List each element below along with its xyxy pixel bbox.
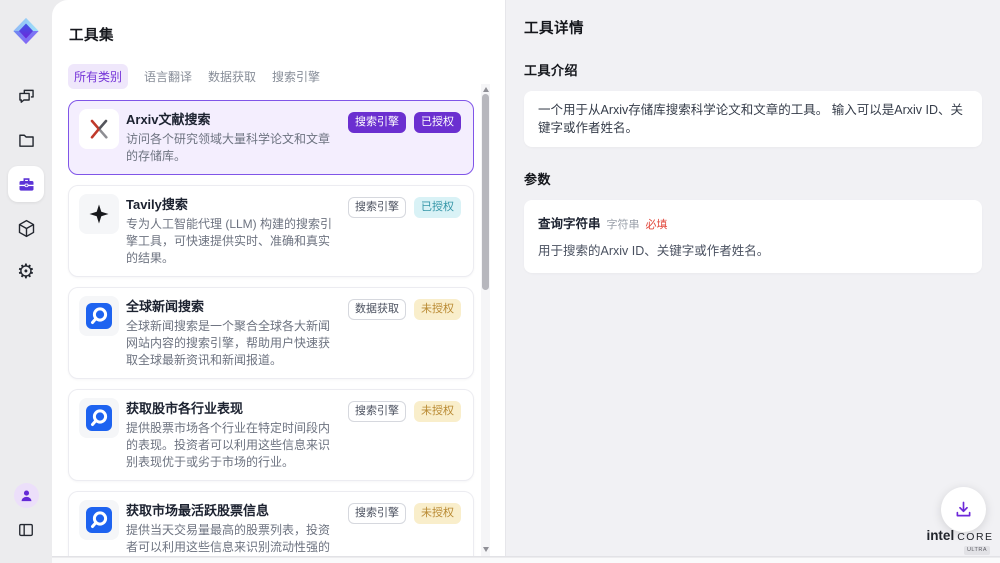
tool-name: 全球新闻搜索 bbox=[126, 297, 341, 316]
tool-description: 提供当天交易量最高的股票列表，投资者可以利用这些信息来识别流动性强的股票和潜在的… bbox=[126, 522, 341, 557]
tool-card-body: 获取市场最活跃股票信息 提供当天交易量最高的股票列表，投资者可以利用这些信息来识… bbox=[126, 500, 341, 557]
intro-text: 一个用于从Arxiv存储库搜索科学论文和文章的工具。 输入可以是Arxiv ID… bbox=[524, 91, 982, 147]
tool-card-1[interactable]: Tavily搜索 专为人工智能代理 (LLM) 构建的搜索引擎工具，可快速提供实… bbox=[68, 185, 474, 277]
category-tab-0[interactable]: 所有类别 bbox=[68, 64, 128, 89]
parameter-description: 用于搜索的Arxiv ID、关键字或作者姓名。 bbox=[538, 240, 968, 259]
category-badge: 搜索引擎 bbox=[348, 503, 406, 524]
tool-badges: 搜索引擎 已授权 bbox=[348, 112, 461, 133]
collapse-panel-icon[interactable] bbox=[13, 517, 39, 543]
sidebar-item-cube[interactable] bbox=[8, 210, 44, 246]
details-title: 工具详情 bbox=[524, 17, 982, 38]
intro-heading: 工具介绍 bbox=[524, 60, 982, 79]
tavily-star-icon bbox=[79, 194, 119, 234]
sidebar-item-chat[interactable] bbox=[8, 78, 44, 114]
chat-icon bbox=[16, 86, 37, 107]
window-bottom-edge bbox=[52, 558, 1000, 563]
scrollbar-thumb[interactable] bbox=[482, 94, 489, 290]
tool-card-body: 全球新闻搜索 全球新闻搜索是一个聚合全球各大新闻网站内容的搜索引擎，帮助用户快速… bbox=[126, 296, 341, 369]
tool-name: Tavily搜索 bbox=[126, 195, 341, 214]
toolset-title: 工具集 bbox=[69, 24, 505, 45]
parameter-header: 查询字符串 字符串 必填 bbox=[538, 213, 968, 232]
tool-card-0[interactable]: Arxiv文献搜索 访问各个研究领域大量科学论文和文章的存储库。 搜索引擎 已授… bbox=[68, 100, 474, 175]
auth-status-badge: 未授权 bbox=[414, 503, 461, 524]
person-icon bbox=[18, 487, 35, 504]
auth-status-badge: 未授权 bbox=[414, 299, 461, 320]
tool-description: 专为人工智能代理 (LLM) 构建的搜索引擎工具，可快速提供实时、准确和真实的结… bbox=[126, 216, 341, 267]
tool-card-body: Arxiv文献搜索 访问各个研究领域大量科学论文和文章的存储库。 bbox=[126, 109, 341, 165]
brand-ultra-badge: Ultra bbox=[964, 546, 990, 555]
qapi-icon bbox=[79, 296, 119, 336]
download-icon bbox=[953, 499, 974, 520]
tool-details-panel: 工具详情 工具介绍 一个用于从Arxiv存储库搜索科学论文和文章的工具。 输入可… bbox=[505, 0, 1000, 556]
params-heading: 参数 bbox=[524, 169, 982, 188]
category-badge: 数据获取 bbox=[348, 299, 406, 320]
arxiv-icon bbox=[79, 109, 119, 149]
intel-core-logo: intelcore Ultra bbox=[922, 529, 998, 555]
brand-core-text: core bbox=[957, 531, 993, 543]
tool-list: Arxiv文献搜索 访问各个研究领域大量科学论文和文章的存储库。 搜索引擎 已授… bbox=[68, 100, 474, 557]
parameter-name: 查询字符串 bbox=[538, 213, 601, 232]
tool-card-2[interactable]: 全球新闻搜索 全球新闻搜索是一个聚合全球各大新闻网站内容的搜索引擎，帮助用户快速… bbox=[68, 287, 474, 379]
tool-card-4[interactable]: 获取市场最活跃股票信息 提供当天交易量最高的股票列表，投资者可以利用这些信息来识… bbox=[68, 491, 474, 557]
category-tab-2[interactable]: 数据获取 bbox=[208, 64, 256, 89]
auth-status-badge: 已授权 bbox=[414, 112, 461, 133]
tool-badges: 搜索引擎 未授权 bbox=[348, 503, 461, 524]
main-content: 工具集 所有类别语言翻译数据获取搜索引擎 Arxiv文献搜索 访问各个研究领域大… bbox=[52, 0, 1000, 557]
tool-description: 访问各个研究领域大量科学论文和文章的存储库。 bbox=[126, 131, 341, 165]
folder-icon bbox=[16, 130, 37, 151]
category-badge: 搜索引擎 bbox=[348, 401, 406, 422]
category-badge: 搜索引擎 bbox=[348, 197, 406, 218]
toolbox-icon bbox=[16, 174, 37, 195]
list-scrollbar[interactable] bbox=[481, 84, 490, 556]
tool-name: 获取市场最活跃股票信息 bbox=[126, 501, 341, 520]
tool-card-body: 获取股市各行业表现 提供股票市场各个行业在特定时间段内的表现。投资者可以利用这些… bbox=[126, 398, 341, 471]
scroll-down-arrow-icon[interactable] bbox=[481, 545, 490, 554]
tool-card-3[interactable]: 获取股市各行业表现 提供股票市场各个行业在特定时间段内的表现。投资者可以利用这些… bbox=[68, 389, 474, 481]
category-tabs: 所有类别语言翻译数据获取搜索引擎 bbox=[68, 64, 505, 89]
category-badge: 搜索引擎 bbox=[348, 112, 406, 133]
sidebar-bottom bbox=[13, 483, 39, 563]
toolset-panel: 工具集 所有类别语言翻译数据获取搜索引擎 Arxiv文献搜索 访问各个研究领域大… bbox=[52, 0, 505, 556]
tool-description: 提供股票市场各个行业在特定时间段内的表现。投资者可以利用这些信息来识别表现优于或… bbox=[126, 420, 341, 471]
scroll-up-arrow-icon[interactable] bbox=[481, 85, 490, 94]
tool-badges: 搜索引擎 已授权 bbox=[348, 197, 461, 218]
brand-intel-text: intel bbox=[926, 528, 954, 543]
download-button[interactable] bbox=[941, 487, 986, 532]
app-logo-icon bbox=[11, 16, 41, 46]
settings-icon: ⚙ bbox=[17, 262, 35, 283]
sidebar-item-folder[interactable] bbox=[8, 122, 44, 158]
auth-status-badge: 未授权 bbox=[414, 401, 461, 422]
category-tab-1[interactable]: 语言翻译 bbox=[144, 64, 192, 89]
sidebar-item-settings[interactable]: ⚙ bbox=[8, 254, 44, 290]
tool-name: Arxiv文献搜索 bbox=[126, 110, 341, 129]
tool-description: 全球新闻搜索是一个聚合全球各大新闻网站内容的搜索引擎，帮助用户快速获取全球最新资… bbox=[126, 318, 341, 369]
tool-badges: 搜索引擎 未授权 bbox=[348, 401, 461, 422]
qapi-icon bbox=[79, 398, 119, 438]
parameter-card: 查询字符串 字符串 必填 用于搜索的Arxiv ID、关键字或作者姓名。 bbox=[524, 200, 982, 273]
cube-icon bbox=[16, 218, 37, 239]
qapi-icon bbox=[79, 500, 119, 540]
parameter-required-badge: 必填 bbox=[646, 216, 668, 232]
tool-badges: 数据获取 未授权 bbox=[348, 299, 461, 320]
auth-status-badge: 已授权 bbox=[414, 197, 461, 218]
category-tab-3[interactable]: 搜索引擎 bbox=[272, 64, 320, 89]
parameter-type: 字符串 bbox=[607, 216, 640, 232]
user-avatar[interactable] bbox=[14, 483, 39, 508]
sidebar: ⚙ bbox=[0, 0, 52, 563]
tool-name: 获取股市各行业表现 bbox=[126, 399, 341, 418]
app-window: ⚙ 工具集 所有类别语言翻译数据获取搜索引擎 Arx bbox=[0, 0, 1000, 563]
tool-card-body: Tavily搜索 专为人工智能代理 (LLM) 构建的搜索引擎工具，可快速提供实… bbox=[126, 194, 341, 267]
sidebar-item-toolbox[interactable] bbox=[8, 166, 44, 202]
sidebar-nav: ⚙ bbox=[8, 78, 44, 290]
